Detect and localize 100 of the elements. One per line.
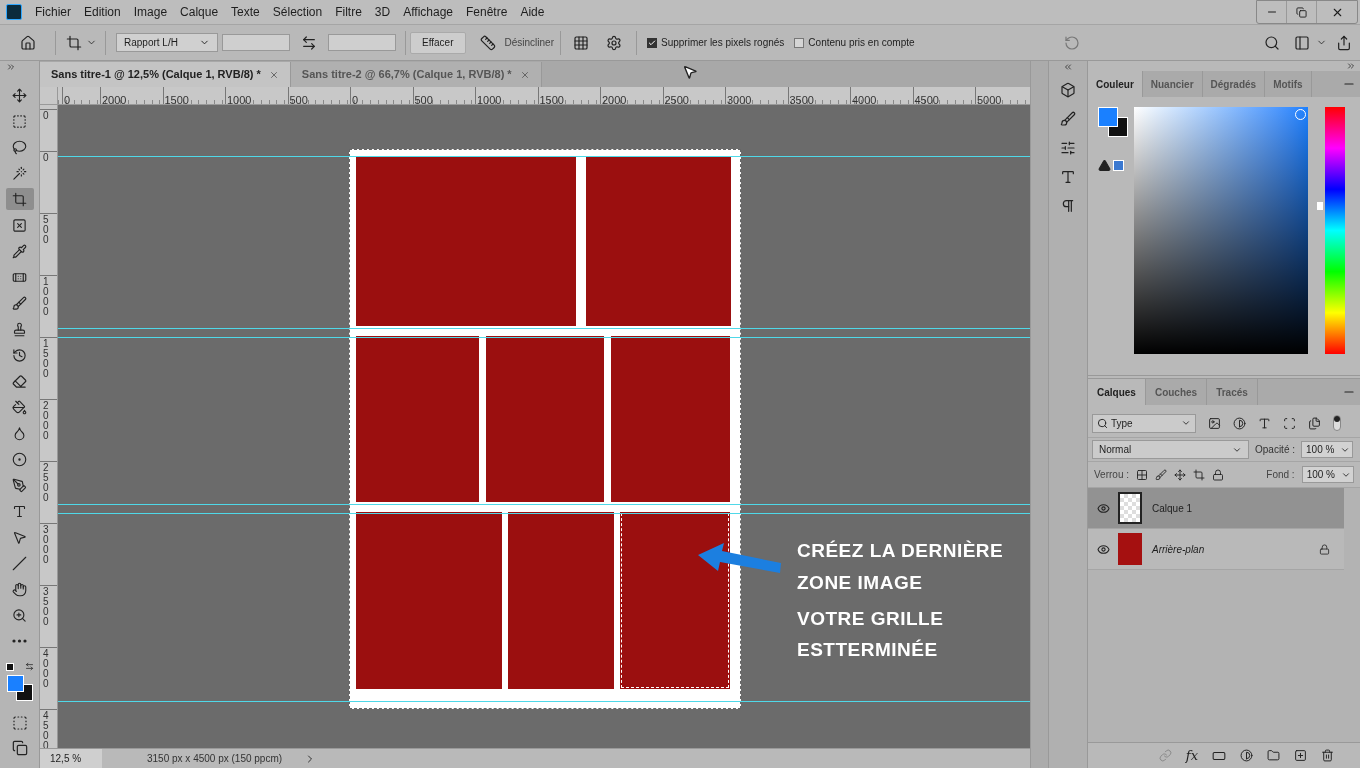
swap-icon[interactable] [301, 34, 317, 51]
move-icon[interactable] [1174, 468, 1187, 481]
character-icon[interactable] [1060, 169, 1076, 185]
crop-icon [12, 191, 27, 207]
opacity-field[interactable]: 100 % [1301, 441, 1354, 458]
workspace-icon[interactable] [1294, 34, 1310, 51]
filter-select[interactable]: Type [1092, 413, 1196, 433]
clear-button[interactable]: Effacer [410, 31, 466, 54]
color-swatches[interactable] [1098, 107, 1128, 137]
gamut-swatch[interactable] [1113, 160, 1124, 171]
paint-bucket-icon [12, 399, 27, 415]
annotation-text: CRÉEZ LA DERNIÈRE [797, 539, 1004, 563]
ruler-label: 1000 [477, 94, 502, 104]
ruler-label: 2000 [102, 94, 127, 104]
transform-icon[interactable] [1283, 416, 1296, 430]
trash-icon[interactable] [1321, 749, 1334, 762]
ruler-label: 2500 [664, 94, 689, 104]
folder-icon[interactable] [1267, 749, 1280, 762]
panel-tab[interactable]: Couleur [1088, 71, 1143, 97]
blend-mode-select[interactable]: Normal [1092, 440, 1249, 459]
type-icon[interactable] [1258, 416, 1271, 430]
visibility-icon[interactable] [1096, 542, 1110, 556]
menu-item[interactable]: 3D [374, 3, 391, 21]
layer-row[interactable]: Calque 1 [1088, 488, 1344, 529]
visibility-icon[interactable] [1096, 501, 1110, 515]
color-swatches[interactable] [6, 675, 33, 701]
checkerboard-icon[interactable] [1136, 468, 1149, 481]
menu-item[interactable]: Calque [180, 3, 219, 21]
grid-icon[interactable] [572, 34, 589, 51]
layer-thumbnail [1118, 533, 1142, 565]
ruler-label: 2000 [43, 401, 50, 441]
menu-item[interactable]: Filtre [335, 3, 362, 21]
quick-mask-icon[interactable] [11, 715, 28, 731]
app-logo-icon[interactable] [6, 4, 22, 20]
image-icon[interactable] [1208, 416, 1221, 430]
ruler-label: 2000 [602, 94, 627, 104]
home-icon[interactable] [20, 34, 36, 51]
menu-item[interactable]: Image [133, 3, 168, 21]
sliders-icon[interactable] [1060, 140, 1076, 156]
pen-icon [12, 477, 27, 493]
frame-icon [12, 217, 27, 233]
eyedropper-icon [12, 243, 27, 259]
move-icon [12, 87, 27, 103]
search-icon[interactable] [1264, 34, 1280, 51]
ruler-label: 1000 [43, 277, 50, 317]
ruler-label: 1500 [164, 94, 189, 104]
checkbox[interactable] [794, 37, 805, 48]
share-icon[interactable] [1336, 34, 1352, 51]
crop-icon[interactable] [66, 34, 82, 51]
files-icon[interactable] [1308, 416, 1321, 430]
fill-field[interactable]: 100 % [1301, 466, 1354, 483]
warning-icon[interactable] [1098, 159, 1111, 172]
checkbox-label: Supprimer les pixels rognés [660, 36, 785, 50]
menu-item[interactable]: Affichage [403, 3, 453, 21]
menu-item[interactable]: Aide [520, 3, 545, 21]
brush-icon[interactable] [1155, 468, 1168, 481]
hand-icon [12, 581, 27, 597]
new-layer-icon[interactable] [1294, 749, 1307, 762]
lock-icon[interactable] [1212, 468, 1225, 481]
tool-button[interactable] [5, 188, 34, 210]
checkbox-label: Contenu pris en compte [808, 36, 915, 50]
menu-item[interactable]: Fichier [35, 3, 71, 21]
ruler-label: 0 [43, 153, 50, 163]
wand-icon [12, 165, 27, 181]
filter-toggle[interactable] [1333, 415, 1341, 431]
ruler-label: 3500 [43, 587, 50, 627]
ratio-select[interactable]: Rapport L/H [116, 33, 218, 52]
height-field[interactable] [328, 34, 396, 51]
close-icon[interactable] [268, 69, 279, 80]
default-colors-icon[interactable] [5, 662, 14, 671]
crop-icon[interactable] [1193, 468, 1206, 481]
layer-row[interactable]: Arrière-plan [1088, 529, 1344, 570]
document-tab[interactable]: Sans titre-1 @ 12,5% (Calque 1, RVB/8) * [40, 62, 291, 87]
level-icon[interactable] [479, 34, 496, 51]
effects-label[interactable]: fx [1185, 745, 1198, 766]
width-field[interactable] [222, 34, 290, 51]
straighten-label[interactable]: Désincliner [504, 35, 554, 50]
settings-icon[interactable] [605, 34, 622, 51]
paragraph-icon[interactable] [1060, 198, 1076, 214]
lock-label: Verrou : [1094, 468, 1130, 482]
dodge-icon [12, 451, 27, 467]
color-field[interactable] [1134, 107, 1308, 354]
lock-icon[interactable] [1319, 543, 1330, 555]
brush-icon[interactable] [1060, 111, 1076, 127]
line-icon [12, 555, 27, 571]
menu-item[interactable]: Sélection [272, 3, 323, 21]
hue-slider-thumb[interactable] [1317, 201, 1323, 210]
close-icon[interactable] [519, 69, 530, 80]
menu-item[interactable]: Texte [231, 3, 260, 21]
zoom-level[interactable]: 12,5 % [40, 749, 102, 768]
screen-mode-icon[interactable] [11, 740, 28, 756]
adjustment-icon[interactable] [1240, 749, 1253, 762]
menu-item[interactable]: Fenêtre [466, 3, 508, 21]
mouse-cursor-icon [682, 64, 698, 80]
menu-item[interactable]: Edition [84, 3, 121, 21]
swap-colors-icon[interactable] [24, 662, 34, 671]
contrast-icon[interactable] [1233, 416, 1246, 430]
checkbox[interactable] [646, 37, 657, 48]
panel-tab[interactable]: Calques [1088, 379, 1146, 405]
cube-icon[interactable] [1060, 82, 1076, 98]
